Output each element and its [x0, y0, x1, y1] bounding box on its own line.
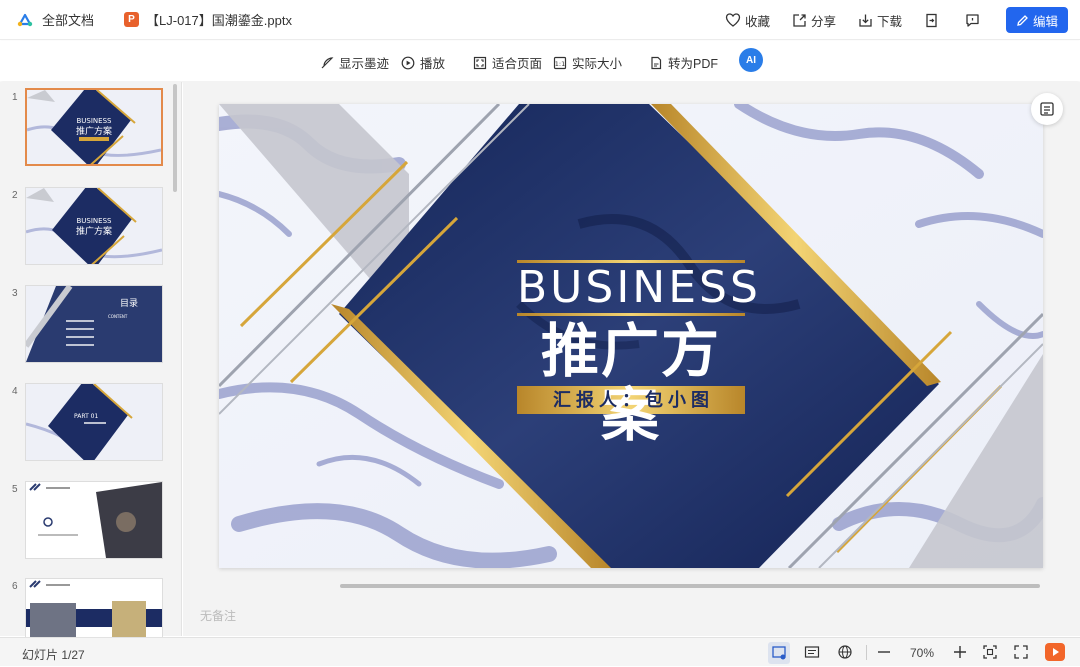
fullscreen-button[interactable]: [1013, 644, 1029, 663]
fullscreen-icon: [1014, 645, 1028, 659]
slide-thumbnail-4[interactable]: PART 01: [25, 383, 163, 461]
thumbnail-number: 1: [12, 92, 18, 103]
play-circle-icon: [401, 56, 415, 69]
normal-view-button[interactable]: [768, 642, 790, 664]
thumbnail-4-preview: PART 01: [26, 384, 162, 460]
share-button[interactable]: 分享: [792, 11, 836, 30]
top-bar: 全部文档 P 【LJ-017】国潮鎏金.pptx 收藏 分享 下载 编辑: [0, 0, 1080, 40]
thumbnail-2-preview: BUSINESS 推广方案: [26, 188, 162, 264]
zoom-level: 70%: [910, 646, 935, 660]
actual-size-label: 实际大小: [572, 57, 623, 71]
actual-size-button[interactable]: 1:1 实际大小: [553, 53, 622, 72]
slide-notes[interactable]: 无备注: [200, 607, 236, 624]
status-divider: [866, 645, 867, 660]
thumbnail-3-preview: 目录 CONTENT: [26, 286, 162, 362]
zoom-in-button[interactable]: [952, 644, 968, 663]
download-button[interactable]: 下载: [858, 11, 902, 30]
convert-pdf-button[interactable]: 转为PDF: [649, 53, 718, 72]
slideshow-play-button[interactable]: [1045, 643, 1065, 661]
thumb-title-cn: 推广方案: [76, 225, 112, 237]
show-ink-button[interactable]: 显示墨迹: [320, 53, 389, 72]
globe-icon: [838, 645, 852, 659]
outline-view-button[interactable]: [804, 644, 820, 663]
panel-toggle-icon: [1040, 102, 1054, 116]
svg-text:1:1: 1:1: [555, 60, 565, 68]
horizontal-scrollbar[interactable]: [340, 584, 1040, 588]
thumb-title-en: PART 01: [74, 413, 98, 420]
heart-icon: [725, 13, 741, 27]
list-view-icon: [804, 646, 820, 658]
edit-label: 编辑: [1032, 14, 1058, 29]
play-button[interactable]: 播放: [401, 53, 445, 72]
thumb-title-en: BUSINESS: [77, 217, 113, 225]
file-name: 【LJ-017】国潮鎏金.pptx: [146, 13, 292, 28]
comment-icon: [966, 13, 979, 27]
notes-panel-toggle-button[interactable]: [1031, 93, 1063, 125]
pptx-file-icon: P: [124, 12, 140, 27]
current-slide: BUSINESS 推广方案 汇 报 人 ： 包 小 图: [219, 104, 1043, 568]
fit-window-button[interactable]: [982, 644, 998, 663]
convert-pdf-label: 转为PDF: [668, 57, 719, 71]
minus-icon: [878, 651, 890, 653]
thumbnail-number: 6: [12, 581, 18, 592]
cloud-logo-icon[interactable]: [16, 11, 34, 29]
thumbnail-number: 2: [12, 190, 18, 201]
fit-page-icon: [473, 56, 487, 69]
viewer-toolbar: 显示墨迹 播放 适合页面 1:1 实际大小 转为PDF: [0, 41, 1080, 81]
thumb-title-en: BUSINESS: [77, 117, 113, 125]
download-icon: [859, 14, 872, 27]
thumbnail-number: 3: [12, 288, 18, 299]
all-documents-link[interactable]: 全部文档: [42, 10, 94, 29]
document-export-icon: [926, 13, 937, 27]
slide-view-icon: [772, 646, 786, 660]
thumb-title-en: CONTENT: [108, 314, 128, 319]
actual-size-icon: 1:1: [553, 56, 567, 69]
share-label: 分享: [810, 14, 836, 29]
edit-button[interactable]: 编辑: [1006, 7, 1068, 33]
fit-window-icon: [983, 645, 997, 659]
favorite-button[interactable]: 收藏: [725, 11, 770, 30]
slide-thumbnail-1[interactable]: BUSINESS 推广方案: [25, 88, 163, 166]
thumbnail-scrollbar[interactable]: [173, 84, 177, 192]
thumb-title-cn: 推广方案: [76, 125, 112, 137]
fit-page-button[interactable]: 适合页面: [473, 53, 542, 72]
thumb-title-cn: 目录: [120, 298, 138, 309]
slide-title-en: BUSINESS: [517, 262, 761, 313]
favorite-label: 收藏: [744, 14, 770, 29]
plus-icon: [954, 646, 966, 658]
show-ink-label: 显示墨迹: [339, 57, 390, 71]
thumbnail-number: 4: [12, 386, 18, 397]
play-label: 播放: [420, 57, 446, 71]
comment-button[interactable]: [965, 13, 984, 28]
slide-reporter: 汇 报 人 ： 包 小 图: [552, 390, 709, 410]
pdf-file-icon: [651, 56, 662, 69]
download-label: 下载: [876, 14, 902, 29]
play-icon: [1053, 648, 1059, 656]
document-info-button[interactable]: [924, 13, 943, 28]
thumbnail-1-preview: BUSINESS 推广方案: [27, 90, 161, 164]
web-view-button[interactable]: [837, 644, 853, 663]
zoom-out-button[interactable]: [876, 644, 892, 663]
share-icon: [793, 13, 806, 27]
thumbnail-6-preview: [26, 579, 162, 637]
slide-title-cn: 推广方案: [540, 319, 721, 448]
pencil-icon: [1017, 14, 1028, 26]
status-bar: 幻灯片 1/27 70%: [0, 637, 1080, 666]
slide-thumbnail-6[interactable]: [25, 578, 163, 638]
fit-page-label: 适合页面: [492, 57, 543, 71]
slide-thumbnail-2[interactable]: BUSINESS 推广方案: [25, 187, 163, 265]
ai-assistant-button[interactable]: AI: [739, 48, 763, 72]
slide-counter: 幻灯片 1/27: [22, 648, 85, 662]
slide-thumbnail-3[interactable]: 目录 CONTENT: [25, 285, 163, 363]
thumbnail-5-preview: [26, 482, 162, 558]
slide-thumbnail-5[interactable]: [25, 481, 163, 559]
feather-pen-icon: [321, 56, 334, 68]
thumbnail-number: 5: [12, 484, 18, 495]
